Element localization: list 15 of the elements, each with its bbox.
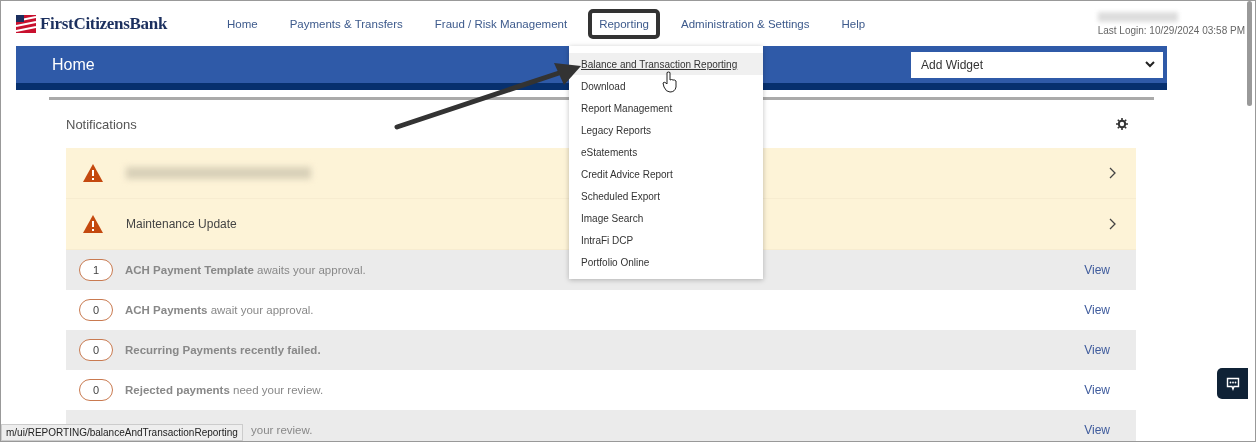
notification-text: your review. — [251, 424, 313, 436]
count-badge: 1 — [79, 259, 113, 281]
last-login-text: Last Login: 10/29/2024 03:58 PM — [1097, 24, 1245, 36]
count-badge: 0 — [79, 379, 113, 401]
notification-text: ACH Payments await your approval. — [125, 304, 314, 316]
notification-text: Rejected payments need your review. — [125, 384, 324, 396]
notification-text: ACH Payment Template awaits your approval. — [125, 264, 366, 276]
alert-text: Maintenance Update — [126, 217, 237, 231]
notification-text: Recurring Payments recently failed. — [125, 344, 321, 356]
count-badge: 0 — [79, 339, 113, 361]
bank-logo-text: FirstCitizensBank — [40, 13, 168, 34]
count-badge: 0 — [79, 299, 113, 321]
status-bar-url: m/ui/REPORTING/balanceAndTransactionReporting — [1, 424, 243, 441]
page-title: Home — [52, 55, 95, 74]
notifications-title: Notifications — [66, 116, 137, 132]
